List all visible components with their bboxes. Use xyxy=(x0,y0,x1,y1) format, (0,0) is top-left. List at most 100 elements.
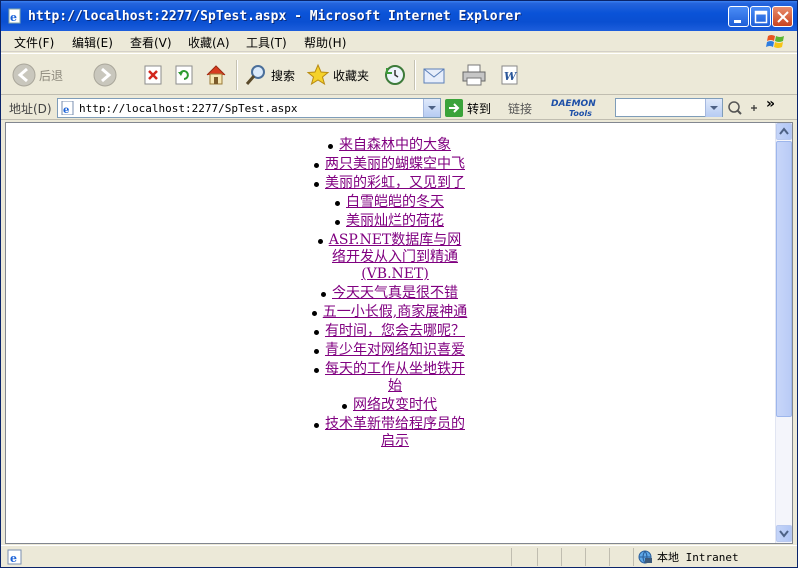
list-item-link[interactable]: 美丽灿烂的荷花 xyxy=(346,213,444,229)
title-bar[interactable]: e http://localhost:2277/SpTest.aspx - Mi… xyxy=(1,1,797,31)
list-item: 美丽的彩虹，又见到了 xyxy=(314,175,468,192)
list-item-link[interactable]: ASP.NET数据库与网络开发从入门到精通(VB.NET) xyxy=(329,232,462,282)
bullet-icon xyxy=(328,144,333,149)
bullet-icon xyxy=(335,220,340,225)
refresh-icon xyxy=(175,65,193,85)
forward-arrow-icon xyxy=(93,63,117,87)
list-item-link[interactable]: 美丽的彩虹，又见到了 xyxy=(325,175,465,191)
back-label: 后退 xyxy=(39,68,64,83)
list-item-link[interactable]: 白雪皑皑的冬天 xyxy=(346,194,444,210)
list-item: 五一小长假,商家展神通 xyxy=(311,304,468,321)
browser-window: e http://localhost:2277/SpTest.aspx - Mi… xyxy=(0,0,798,568)
address-url[interactable]: http://localhost:2277/SpTest.aspx xyxy=(79,102,298,115)
list-item-link[interactable]: 来自森林中的大象 xyxy=(339,137,451,153)
toolbar-separator xyxy=(414,60,416,90)
list-item: 白雪皑皑的冬天 xyxy=(322,194,468,211)
bullet-icon xyxy=(314,163,319,168)
maximize-button[interactable] xyxy=(750,6,771,27)
list-item-link[interactable]: 网络改变时代 xyxy=(353,397,437,413)
daemon-tools-dropdown[interactable] xyxy=(615,98,723,117)
list-item: 每天的工作从坐地铁开始 xyxy=(314,361,468,395)
links-label[interactable]: 链接 xyxy=(508,100,532,117)
bullet-icon xyxy=(314,330,319,335)
refresh-button[interactable] xyxy=(173,60,195,90)
go-arrow-icon xyxy=(445,99,463,117)
zone-label: 本地 Intranet xyxy=(657,551,739,564)
history-icon xyxy=(385,65,405,85)
star-icon xyxy=(306,63,330,86)
menu-edit[interactable]: 编辑(E) xyxy=(72,34,113,51)
list-item: 美丽灿烂的荷花 xyxy=(322,213,468,230)
address-label: 地址(D) xyxy=(9,102,52,116)
expand-icon[interactable] xyxy=(750,104,758,112)
search-icon xyxy=(245,65,265,85)
bullet-icon xyxy=(314,423,319,428)
page-content: 来自森林中的大象 两只美丽的蝴蝶空中飞 美丽的彩虹，又见到了 白雪皑皑的冬天 美丽灿烂的… xyxy=(5,122,793,544)
bullet-icon xyxy=(314,349,319,354)
list-item-link[interactable]: 技术革新带给程序员的启示 xyxy=(325,416,465,449)
go-button[interactable]: 转到 xyxy=(445,99,491,117)
history-button[interactable] xyxy=(383,60,407,90)
security-zone[interactable]: 本地 Intranet xyxy=(637,549,739,565)
status-pane xyxy=(585,548,586,566)
status-bar: e 本地 Intranet xyxy=(1,545,797,567)
toolbar-overflow-chevron-icon[interactable]: » xyxy=(766,96,775,112)
menu-help[interactable]: 帮助(H) xyxy=(304,34,346,51)
menu-tools[interactable]: 工具(T) xyxy=(246,34,287,51)
list-item-link[interactable]: 今天天气真是很不错 xyxy=(332,285,458,301)
list-item: 两只美丽的蝴蝶空中飞 xyxy=(314,156,468,173)
bullet-icon xyxy=(317,239,323,244)
scroll-up-button[interactable] xyxy=(776,123,792,140)
close-button[interactable] xyxy=(772,6,793,27)
home-icon xyxy=(206,65,226,85)
daemon-dropdown-button[interactable] xyxy=(705,99,722,117)
status-pane xyxy=(511,548,512,566)
back-button[interactable]: 后退 xyxy=(12,60,63,90)
list-item: 网络改变时代 xyxy=(322,397,468,414)
print-button[interactable] xyxy=(461,60,487,90)
scroll-thumb[interactable] xyxy=(776,141,792,417)
close-icon xyxy=(777,11,789,23)
menu-view[interactable]: 查看(V) xyxy=(130,34,172,51)
page-status-icon: e xyxy=(7,549,22,565)
menu-favorites[interactable]: 收藏(A) xyxy=(188,34,230,51)
address-input[interactable]: e http://localhost:2277/SpTest.aspx xyxy=(57,98,441,118)
edit-with-word-button[interactable]: W xyxy=(498,60,522,90)
address-dropdown-button[interactable] xyxy=(423,99,440,117)
svg-text:e: e xyxy=(10,11,17,24)
magnifier-icon[interactable] xyxy=(727,100,743,116)
status-pane xyxy=(537,548,538,566)
status-pane xyxy=(609,548,610,566)
link-list: 来自森林中的大象 两只美丽的蝴蝶空中飞 美丽的彩虹，又见到了 白雪皑皑的冬天 美丽灿烂的… xyxy=(311,137,468,452)
page-icon: e xyxy=(61,101,74,115)
vertical-scrollbar[interactable] xyxy=(775,123,792,543)
list-item-link[interactable]: 两只美丽的蝴蝶空中飞 xyxy=(325,156,465,172)
daemon-tools-logo[interactable]: DAEMON Tools xyxy=(549,98,597,119)
svg-text:W: W xyxy=(504,70,518,83)
mail-button[interactable] xyxy=(422,60,448,90)
bullet-icon xyxy=(311,311,317,316)
list-item-link[interactable]: 青少年对网络知识喜爱 xyxy=(325,342,465,358)
stop-button[interactable] xyxy=(142,60,164,90)
intranet-globe-icon xyxy=(638,550,652,564)
bullet-icon xyxy=(314,368,319,373)
list-item-link[interactable]: 五一小长假,商家展神通 xyxy=(323,304,467,320)
search-label: 搜索 xyxy=(271,68,296,83)
favorites-button[interactable]: 收藏夹 xyxy=(306,60,369,90)
stop-icon xyxy=(144,65,162,85)
menu-file[interactable]: 文件(F) xyxy=(14,34,54,51)
bullet-icon xyxy=(335,201,340,206)
scroll-down-button[interactable] xyxy=(776,525,792,542)
search-button[interactable]: 搜索 xyxy=(244,60,295,90)
bullet-icon xyxy=(321,292,326,297)
home-button[interactable] xyxy=(204,60,228,90)
list-item-link[interactable]: 有时间，您会去哪呢？ xyxy=(325,323,465,339)
list-item-link[interactable]: 每天的工作从坐地铁开始 xyxy=(325,361,465,394)
maximize-icon xyxy=(754,10,768,24)
menu-bar: 文件(F) 编辑(E) 查看(V) 收藏(A) 工具(T) 帮助(H) xyxy=(1,31,797,52)
bullet-icon xyxy=(342,404,347,409)
ie-page-icon: e xyxy=(8,8,21,24)
list-item: 有时间，您会去哪呢？ xyxy=(314,323,468,340)
forward-button[interactable] xyxy=(93,60,117,90)
minimize-button[interactable] xyxy=(728,6,749,27)
